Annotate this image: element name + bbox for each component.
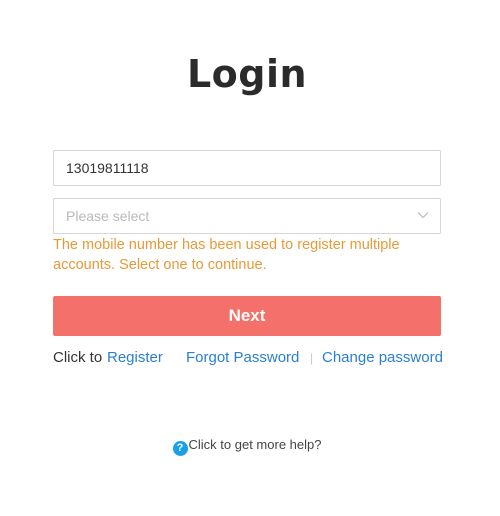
chevron-down-icon [417, 212, 429, 219]
warning-message: The mobile number has been used to regis… [53, 237, 400, 273]
account-select-placeholder: Please select [66, 208, 150, 224]
phone-field[interactable] [53, 150, 441, 186]
forgot-password-link[interactable]: Forgot Password [186, 349, 299, 366]
next-button[interactable]: Next [53, 296, 441, 336]
footer-links: Click to Register Forgot Password | Chan… [53, 349, 443, 369]
phone-input[interactable] [54, 151, 438, 185]
change-password-link[interactable]: Change password [322, 349, 443, 366]
help-text: Click to get more help? [188, 437, 322, 452]
help-icon: ? [172, 441, 188, 456]
page-title: Login [186, 52, 308, 96]
register-link[interactable]: Register [107, 349, 163, 366]
link-separator: | [310, 351, 314, 365]
account-select[interactable]: Please select [53, 198, 441, 234]
help-link[interactable]: ? Click to get more help? [0, 437, 494, 456]
click-to-text: Click to [53, 349, 103, 366]
